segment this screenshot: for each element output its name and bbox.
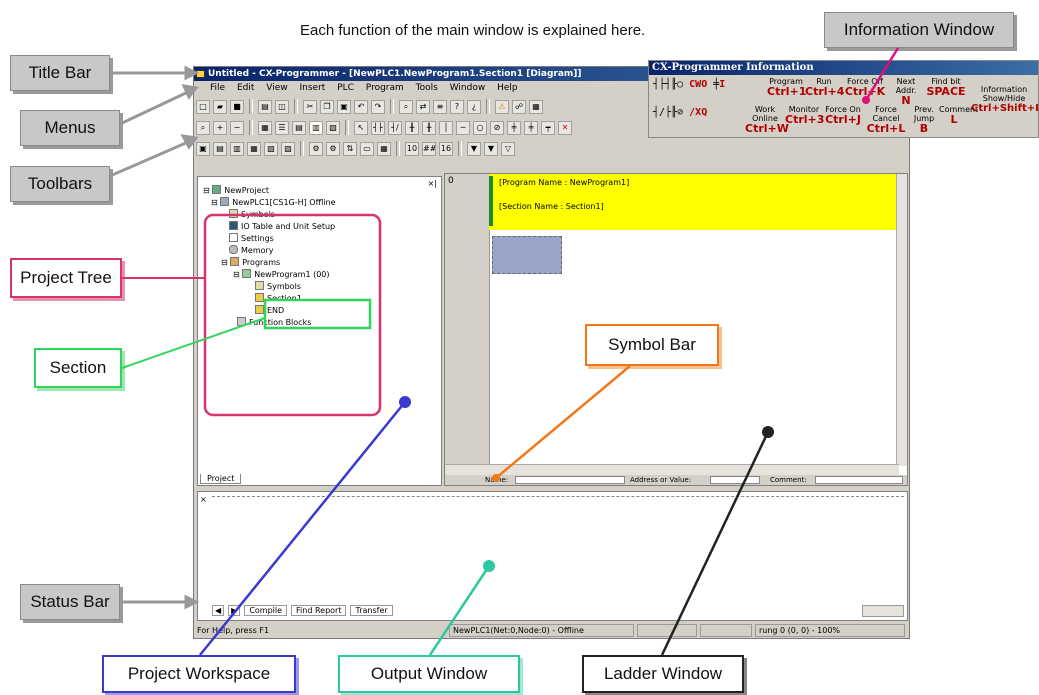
project-workspace-pointer-dot bbox=[399, 396, 411, 408]
ladder-window-pointer-dot bbox=[762, 426, 774, 438]
status-bar-arrow bbox=[120, 594, 200, 610]
project-tree-highlight bbox=[203, 213, 382, 417]
callout-pointers bbox=[109, 47, 900, 656]
title-bar-arrow bbox=[110, 65, 200, 81]
info-window-pointer bbox=[864, 47, 900, 101]
section-connector bbox=[121, 317, 266, 369]
toolbars-arrow bbox=[109, 134, 199, 178]
output-window-pointer bbox=[428, 565, 491, 656]
info-window-pointer-dot bbox=[862, 96, 870, 104]
menus-arrow bbox=[119, 84, 199, 126]
section-highlight bbox=[263, 298, 372, 330]
ladder-window-pointer bbox=[660, 431, 770, 656]
project-workspace-pointer bbox=[199, 401, 406, 656]
symbol-bar-pointer-dot bbox=[492, 474, 500, 482]
output-window-pointer-dot bbox=[483, 560, 495, 572]
symbol-bar-pointer bbox=[495, 365, 631, 479]
